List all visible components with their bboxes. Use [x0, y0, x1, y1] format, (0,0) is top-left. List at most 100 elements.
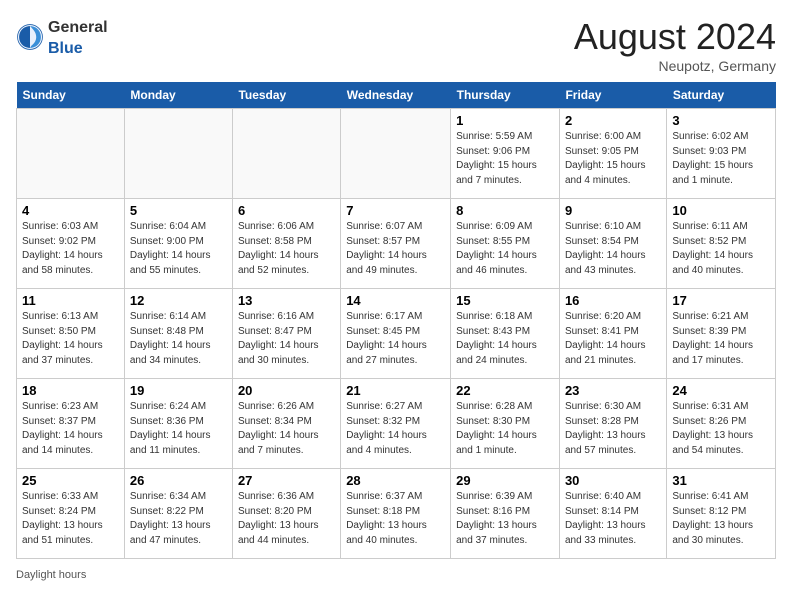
day-cell: 26 Sunrise: 6:34 AM Sunset: 8:22 PM Dayli…: [124, 469, 232, 559]
day-info: Sunrise: 6:17 AM Sunset: 8:45 PM Dayligh…: [346, 310, 445, 368]
day-info: Sunrise: 6:10 AM Sunset: 8:54 PM Dayligh…: [565, 220, 661, 278]
day-header-tuesday: Tuesday: [232, 82, 340, 109]
day-cell: 16 Sunrise: 6:20 AM Sunset: 8:41 PM Dayli…: [559, 289, 666, 379]
day-info: Sunrise: 6:26 AM Sunset: 8:34 PM Dayligh…: [238, 400, 335, 458]
day-number: 9: [565, 203, 661, 218]
day-header-friday: Friday: [559, 82, 666, 109]
day-cell: 23 Sunrise: 6:30 AM Sunset: 8:28 PM Dayli…: [559, 379, 666, 469]
day-number: 22: [456, 383, 554, 398]
day-cell: 24 Sunrise: 6:31 AM Sunset: 8:26 PM Dayli…: [667, 379, 776, 469]
day-cell: 19 Sunrise: 6:24 AM Sunset: 8:36 PM Dayli…: [124, 379, 232, 469]
daylight-label: Daylight hours: [16, 569, 86, 581]
day-info: Sunrise: 6:39 AM Sunset: 8:16 PM Dayligh…: [456, 490, 554, 548]
day-cell: 13Sunrise: 6:16 AM Sunset: 8:47 PM Dayli…: [232, 289, 340, 379]
day-info: Sunrise: 6:36 AM Sunset: 8:20 PM Dayligh…: [238, 490, 335, 548]
day-info: Sunrise: 6:40 AM Sunset: 8:14 PM Dayligh…: [565, 490, 661, 548]
day-info: Sunrise: 6:00 AM Sunset: 9:05 PM Dayligh…: [565, 130, 661, 188]
day-cell: 20Sunrise: 6:26 AM Sunset: 8:34 PM Dayli…: [232, 379, 340, 469]
day-cell: 12Sunrise: 6:14 AM Sunset: 8:48 PM Dayli…: [124, 289, 232, 379]
day-info: Sunrise: 6:07 AM Sunset: 8:57 PM Dayligh…: [346, 220, 445, 278]
calendar-table: SundayMondayTuesdayWednesdayThursdayFrid…: [16, 82, 776, 559]
day-info: Sunrise: 6:30 AM Sunset: 8:28 PM Dayligh…: [565, 400, 661, 458]
day-header-sunday: Sunday: [17, 82, 125, 109]
day-cell: 6 Sunrise: 6:06 AM Sunset: 8:58 PM Daylig…: [232, 199, 340, 289]
header-row: SundayMondayTuesdayWednesdayThursdayFrid…: [17, 82, 776, 109]
day-info: Sunrise: 6:09 AM Sunset: 8:55 PM Dayligh…: [456, 220, 554, 278]
day-number: 2: [565, 113, 661, 128]
week-row-4: 18Sunrise: 6:23 AM Sunset: 8:37 PM Dayli…: [17, 379, 776, 469]
day-number: 18: [22, 383, 119, 398]
day-number: 1: [456, 113, 554, 128]
day-cell: 28 Sunrise: 6:37 AM Sunset: 8:18 PM Dayli…: [341, 469, 451, 559]
day-number: 24: [672, 383, 770, 398]
day-info: Sunrise: 6:04 AM Sunset: 9:00 PM Dayligh…: [130, 220, 227, 278]
day-number: 29: [456, 473, 554, 488]
day-number: 15: [456, 293, 554, 308]
day-info: Sunrise: 6:31 AM Sunset: 8:26 PM Dayligh…: [672, 400, 770, 458]
day-info: Sunrise: 6:21 AM Sunset: 8:39 PM Dayligh…: [672, 310, 770, 368]
day-info: Sunrise: 6:13 AM Sunset: 8:50 PM Dayligh…: [22, 310, 119, 368]
logo-blue-text: Blue: [48, 40, 83, 57]
day-number: 6: [238, 203, 335, 218]
day-info: Sunrise: 6:41 AM Sunset: 8:12 PM Dayligh…: [672, 490, 770, 548]
logo: General Blue: [16, 16, 108, 58]
day-cell: 1 Sunrise: 5:59 AM Sunset: 9:06 PM Daylig…: [451, 109, 560, 199]
day-cell: 11 Sunrise: 6:13 AM Sunset: 8:50 PM Dayli…: [17, 289, 125, 379]
day-number: 19: [130, 383, 227, 398]
day-number: 31: [672, 473, 770, 488]
day-info: Sunrise: 6:06 AM Sunset: 8:58 PM Dayligh…: [238, 220, 335, 278]
day-info: Sunrise: 5:59 AM Sunset: 9:06 PM Dayligh…: [456, 130, 554, 188]
day-info: Sunrise: 6:16 AM Sunset: 8:47 PM Dayligh…: [238, 310, 335, 368]
title-block: August 2024 Neupotz, Germany: [574, 16, 776, 74]
day-number: 14: [346, 293, 445, 308]
day-number: 12: [130, 293, 227, 308]
week-row-2: 4 Sunrise: 6:03 AM Sunset: 9:02 PM Daylig…: [17, 199, 776, 289]
day-cell: 5Sunrise: 6:04 AM Sunset: 9:00 PM Daylig…: [124, 199, 232, 289]
day-number: 21: [346, 383, 445, 398]
day-cell: [341, 109, 451, 199]
day-number: 25: [22, 473, 119, 488]
day-info: Sunrise: 6:24 AM Sunset: 8:36 PM Dayligh…: [130, 400, 227, 458]
day-number: 10: [672, 203, 770, 218]
day-info: Sunrise: 6:37 AM Sunset: 8:18 PM Dayligh…: [346, 490, 445, 548]
day-cell: 10Sunrise: 6:11 AM Sunset: 8:52 PM Dayli…: [667, 199, 776, 289]
day-number: 30: [565, 473, 661, 488]
day-info: Sunrise: 6:03 AM Sunset: 9:02 PM Dayligh…: [22, 220, 119, 278]
day-header-wednesday: Wednesday: [341, 82, 451, 109]
day-info: Sunrise: 6:20 AM Sunset: 8:41 PM Dayligh…: [565, 310, 661, 368]
day-number: 7: [346, 203, 445, 218]
day-number: 4: [22, 203, 119, 218]
day-number: 28: [346, 473, 445, 488]
day-cell: 2 Sunrise: 6:00 AM Sunset: 9:05 PM Daylig…: [559, 109, 666, 199]
day-cell: [124, 109, 232, 199]
day-cell: 29 Sunrise: 6:39 AM Sunset: 8:16 PM Dayli…: [451, 469, 560, 559]
day-number: 27: [238, 473, 335, 488]
day-info: Sunrise: 6:27 AM Sunset: 8:32 PM Dayligh…: [346, 400, 445, 458]
day-number: 11: [22, 293, 119, 308]
day-info: Sunrise: 6:34 AM Sunset: 8:22 PM Dayligh…: [130, 490, 227, 548]
day-cell: 21 Sunrise: 6:27 AM Sunset: 8:32 PM Dayli…: [341, 379, 451, 469]
day-cell: 14 Sunrise: 6:17 AM Sunset: 8:45 PM Dayli…: [341, 289, 451, 379]
page-header: General Blue August 2024 Neupotz, German…: [16, 16, 776, 74]
day-cell: 18Sunrise: 6:23 AM Sunset: 8:37 PM Dayli…: [17, 379, 125, 469]
day-number: 26: [130, 473, 227, 488]
day-cell: 31 Sunrise: 6:41 AM Sunset: 8:12 PM Dayli…: [667, 469, 776, 559]
day-number: 16: [565, 293, 661, 308]
day-header-thursday: Thursday: [451, 82, 560, 109]
day-cell: 15Sunrise: 6:18 AM Sunset: 8:43 PM Dayli…: [451, 289, 560, 379]
day-cell: 22Sunrise: 6:28 AM Sunset: 8:30 PM Dayli…: [451, 379, 560, 469]
day-info: Sunrise: 6:02 AM Sunset: 9:03 PM Dayligh…: [672, 130, 770, 188]
day-header-saturday: Saturday: [667, 82, 776, 109]
week-row-1: 1 Sunrise: 5:59 AM Sunset: 9:06 PM Daylig…: [17, 109, 776, 199]
day-cell: 4 Sunrise: 6:03 AM Sunset: 9:02 PM Daylig…: [17, 199, 125, 289]
footer: Daylight hours: [16, 569, 776, 581]
day-number: 23: [565, 383, 661, 398]
location: Neupotz, Germany: [574, 58, 776, 74]
day-cell: [17, 109, 125, 199]
day-cell: 8 Sunrise: 6:09 AM Sunset: 8:55 PM Daylig…: [451, 199, 560, 289]
day-number: 8: [456, 203, 554, 218]
logo-general-text: General: [48, 19, 108, 36]
day-cell: 3Sunrise: 6:02 AM Sunset: 9:03 PM Daylig…: [667, 109, 776, 199]
day-cell: 30 Sunrise: 6:40 AM Sunset: 8:14 PM Dayli…: [559, 469, 666, 559]
day-number: 17: [672, 293, 770, 308]
